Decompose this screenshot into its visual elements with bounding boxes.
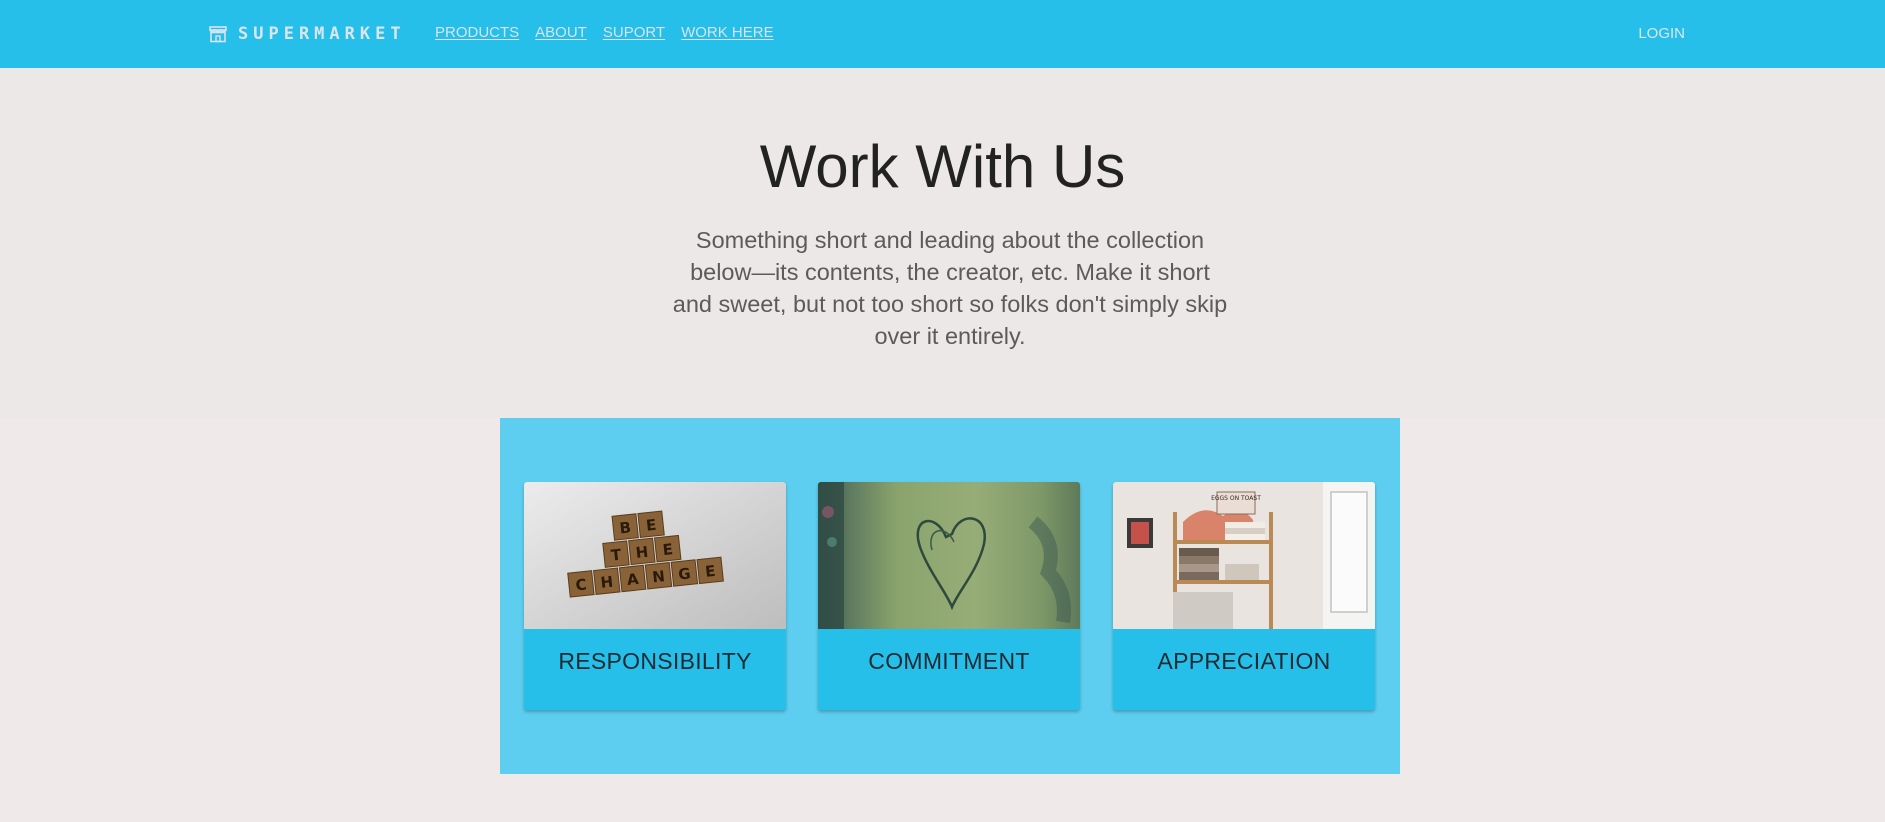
scrabble-tiles-photo: B E T H E C H A N G E [524,482,786,629]
hero-section: Work With Us Something short and leading… [0,68,1885,418]
tile-letter: H [600,573,614,592]
values-band: B E T H E C H A N G E RESPONSIBILITY COM… [500,418,1400,774]
tile-letter: C [575,575,588,594]
brand-name: SUPERMARKET [238,24,406,44]
nav-menu: PRODUCTS ABOUT SUPORT WORK HERE [435,24,774,41]
brand-link[interactable]: SUPERMARKET [208,22,406,46]
tile-letter: E [645,516,657,535]
card-title: APPRECIATION [1157,648,1331,674]
hero-lead-text: Something short and leading about the co… [672,227,1228,349]
tile-letter: B [619,518,632,537]
card-title: RESPONSIBILITY [558,648,752,674]
top-navbar: SUPERMARKET PRODUCTS ABOUT SUPORT WORK H… [0,0,1885,68]
tile-letter: N [651,567,665,586]
tile-letter: G [677,564,691,583]
nav-link-about[interactable]: ABOUT [535,24,587,41]
heart-carved-tree-photo [818,482,1080,629]
tile-letter: E [704,562,716,581]
card-title: COMMITMENT [868,648,1030,674]
page-title: Work With Us [759,133,1126,200]
book-cover-text: EGGS ON TOAST [1211,495,1261,502]
store-icon [208,24,228,44]
value-card-responsibility[interactable]: B E T H E C H A N G E RESPONSIBILITY [524,482,786,710]
value-card-commitment[interactable]: COMMITMENT [818,482,1080,710]
bookshelf-room-photo: EGGS ON TOAST [1113,482,1375,629]
nav-link-products[interactable]: PRODUCTS [435,24,519,41]
login-link[interactable]: LOGIN [1638,25,1685,42]
nav-link-work-here[interactable]: WORK HERE [681,24,774,41]
tile-letter: H [635,543,649,562]
nav-link-support[interactable]: SUPORT [603,24,665,41]
tile-letter: E [662,540,674,559]
value-card-appreciation[interactable]: EGGS ON TOAST APPRECIATION [1113,482,1375,710]
tile-letter: A [626,570,640,589]
